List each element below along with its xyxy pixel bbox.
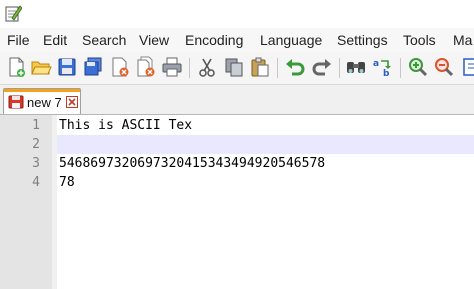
copy-icon[interactable] (223, 56, 245, 78)
replace-icon[interactable]: ab (372, 56, 394, 78)
menu-file[interactable]: File (7, 31, 30, 49)
code-line[interactable]: 78 (59, 173, 474, 192)
print-icon[interactable] (161, 56, 183, 78)
tab-new-7[interactable]: new 7 (3, 88, 81, 114)
save-all-icon[interactable] (82, 56, 104, 78)
close-tab-icon[interactable] (66, 95, 78, 108)
menu-view[interactable]: View (139, 31, 169, 49)
menu-bar: File Edit Search View Encoding Language … (0, 28, 474, 52)
menu-macro[interactable]: Ma (453, 31, 472, 49)
toolbar-separator (277, 58, 278, 78)
line-number-gutter: 1 2 3 4 (0, 115, 52, 289)
paste-icon[interactable] (249, 56, 271, 78)
close-icon[interactable] (109, 56, 131, 78)
code-line[interactable] (59, 135, 474, 154)
menu-edit[interactable]: Edit (43, 31, 67, 49)
new-file-icon[interactable] (5, 56, 27, 78)
open-file-icon[interactable] (30, 56, 52, 78)
menu-language[interactable]: Language (260, 31, 322, 49)
toolbar-separator (189, 58, 190, 78)
code-line[interactable]: This is ASCII Tex (59, 116, 474, 135)
tab-bar: new 7 (0, 85, 474, 115)
menu-settings[interactable]: Settings (337, 31, 388, 49)
svg-text:b: b (383, 69, 390, 78)
line-number: 4 (32, 175, 40, 190)
toolbar-separator (339, 58, 340, 78)
menu-search[interactable]: Search (82, 31, 126, 49)
tab-label: new 7 (27, 95, 62, 110)
toolbar: ab (0, 52, 474, 85)
notepad-plus-plus-app-icon[interactable] (4, 4, 23, 22)
toolbar-separator (400, 58, 401, 78)
title-bar (0, 0, 474, 28)
find-icon[interactable] (345, 56, 367, 78)
editor-area[interactable]: 1 2 3 4 This is ASCII Tex 54686973206973… (0, 115, 474, 289)
unsaved-disk-icon (8, 95, 24, 109)
menu-tools[interactable]: Tools (403, 31, 436, 49)
zoom-out-icon[interactable] (433, 56, 455, 78)
menu-encoding[interactable]: Encoding (185, 31, 243, 49)
svg-text:a: a (373, 59, 379, 69)
redo-icon[interactable] (311, 56, 333, 78)
close-all-icon[interactable] (135, 56, 157, 78)
active-tab-accent (4, 89, 80, 92)
line-number: 2 (32, 137, 40, 152)
line-number: 1 (32, 118, 40, 133)
line-number: 3 (32, 156, 40, 171)
code-line[interactable]: 5468697320697320415343494920546578 (59, 154, 474, 173)
undo-icon[interactable] (284, 56, 306, 78)
zoom-in-icon[interactable] (407, 56, 429, 78)
save-icon[interactable] (56, 56, 78, 78)
sync-scroll-icon[interactable] (462, 56, 474, 78)
cut-icon[interactable] (196, 56, 218, 78)
